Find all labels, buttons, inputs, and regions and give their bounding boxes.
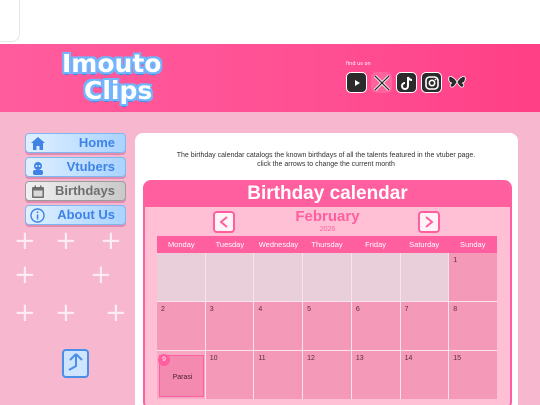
day-number: 12 (307, 355, 315, 362)
weekday-label: Thursday (311, 240, 343, 249)
bg-plus-decoration: + (14, 226, 36, 256)
nav-item-birthdays[interactable]: Birthdays (25, 181, 126, 201)
weekday-label: Monday (167, 240, 195, 249)
calendar-day: 11 (254, 351, 303, 399)
bg-plus-decoration: + (14, 298, 36, 328)
day-number: 11 (258, 355, 266, 362)
calendar-cell-empty (400, 253, 449, 301)
chevron-right-icon (424, 213, 434, 232)
calendar-day: 1 (449, 253, 497, 301)
calendar-title-bar: Birthday calendar (145, 182, 510, 207)
day-number: 4 (258, 306, 263, 313)
day-number: 7 (404, 306, 409, 313)
calendar-day: 4 (254, 302, 303, 350)
day-number: 2 (161, 306, 165, 313)
weekday-header: Monday Tuesday Wednesday Thursday Friday… (157, 236, 497, 253)
day-number: 1 (453, 257, 458, 264)
birthday-day-badge: 9 (158, 354, 170, 366)
bg-plus-decoration: + (100, 226, 122, 256)
logo-line-2: Clips (84, 76, 153, 105)
person-icon (30, 160, 45, 175)
birthday-name: Parasi (172, 374, 193, 381)
calendar-day: 3 (205, 302, 254, 350)
day-number: 6 (355, 306, 360, 313)
birthday-card[interactable]: 9 Parasi (158, 354, 204, 397)
nav-label: Birthdays (55, 183, 115, 198)
sidebar-nav: Home Vtubers Birthdays About Us (25, 133, 126, 229)
weekday-label: Saturday (409, 240, 440, 249)
back-to-top-button[interactable] (62, 349, 89, 378)
nav-item-about[interactable]: About Us (25, 205, 126, 225)
x-icon[interactable] (371, 72, 392, 93)
calendar-day: 2 (157, 302, 205, 350)
bg-plus-decoration: + (14, 260, 36, 290)
bg-plus-decoration: + (55, 226, 77, 256)
social-links (346, 72, 467, 93)
calendar-day: 13 (351, 351, 400, 399)
logo-line-1: Imouto (62, 49, 162, 78)
nav-item-vtubers[interactable]: Vtubers (25, 157, 126, 177)
bg-plus-decoration: + (55, 298, 77, 328)
instagram-icon[interactable] (421, 72, 442, 93)
current-year: 2026 (319, 226, 336, 233)
weekday-label: Tuesday (215, 240, 245, 249)
arrow-up-icon (67, 352, 85, 376)
nav-label: Vtubers (66, 159, 115, 174)
calendar-day: 5 (303, 302, 351, 350)
calendar-cell-empty (157, 253, 205, 301)
birthday-calendar: Birthday calendar February 2026 Monday T… (143, 180, 512, 405)
day-number: 5 (307, 306, 312, 313)
tiktok-icon[interactable] (396, 72, 417, 93)
corner-tab (0, 0, 20, 42)
weekday-label: Sunday (460, 240, 486, 249)
bluesky-icon[interactable] (446, 72, 467, 93)
calendar-day-birthday[interactable]: 9 Parasi (157, 351, 205, 399)
day-number: 14 (404, 355, 413, 362)
site-header: Imouto Clips find us on (0, 44, 540, 112)
info-icon (30, 208, 45, 223)
bg-plus-decoration: + (105, 298, 127, 328)
find-us-label: find us on (346, 61, 371, 67)
calendar-cell-empty (205, 253, 254, 301)
calendar-grid: 1 2 3 4 5 6 7 8 9 Parasi 10 11 12 13 14 … (157, 253, 497, 399)
nav-item-home[interactable]: Home (25, 133, 126, 153)
day-number: 15 (453, 355, 462, 362)
top-strip (0, 0, 540, 44)
site-logo[interactable]: Imouto Clips (62, 50, 174, 106)
calendar-day: 10 (205, 351, 254, 399)
calendar-icon (30, 184, 45, 199)
nav-label: Home (78, 135, 115, 150)
day-number: 8 (453, 306, 458, 313)
nav-label: About Us (57, 207, 115, 222)
next-month-button[interactable] (418, 211, 440, 233)
calendar-day: 6 (351, 302, 400, 350)
day-number: 13 (355, 355, 364, 362)
bg-plus-decoration: + (90, 260, 112, 290)
youtube-icon[interactable] (346, 72, 367, 93)
home-icon (30, 136, 45, 151)
calendar-day: 8 (449, 302, 497, 350)
day-number: 3 (209, 306, 214, 313)
current-month: February (295, 208, 360, 225)
calendar-cell-empty (254, 253, 303, 301)
calendar-day: 14 (400, 351, 449, 399)
calendar-day: 12 (303, 351, 351, 399)
calendar-cell-empty (351, 253, 400, 301)
weekday-label: Wednesday (258, 240, 299, 249)
calendar-day: 15 (449, 351, 497, 399)
weekday-label: Friday (365, 240, 387, 249)
calendar-title: Birthday calendar (247, 183, 408, 204)
calendar-intro: The birthday calendar catalogs the known… (176, 152, 476, 168)
day-number: 10 (209, 355, 218, 362)
calendar-day: 7 (400, 302, 449, 350)
calendar-cell-empty (303, 253, 351, 301)
